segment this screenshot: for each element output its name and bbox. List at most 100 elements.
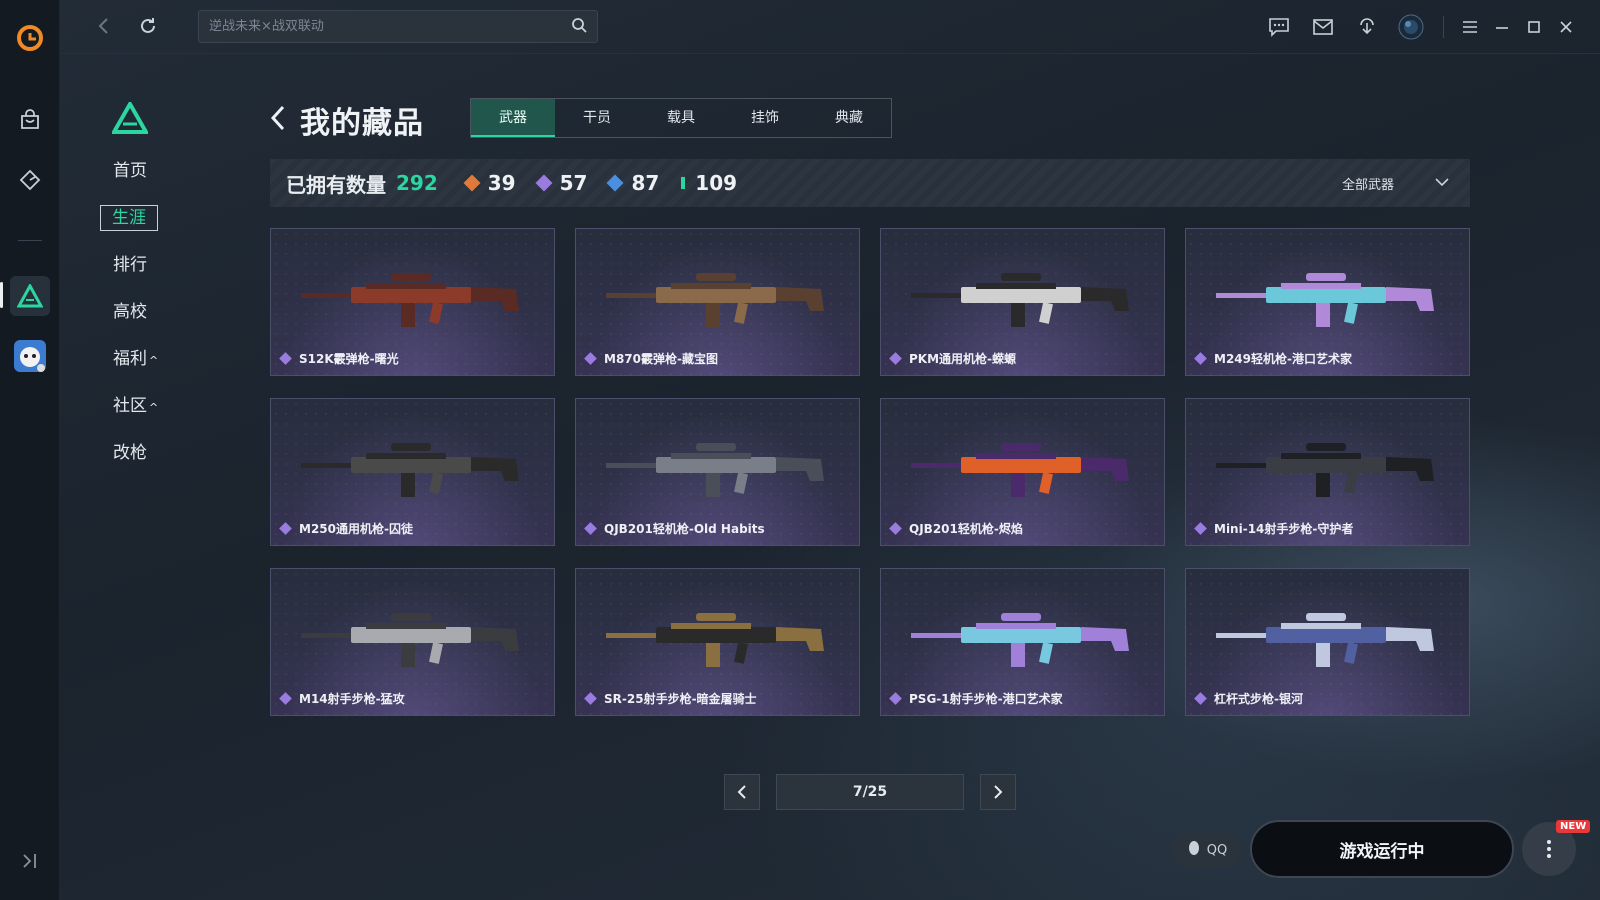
rail-divider — [18, 240, 42, 241]
weapon-name: M250通用机枪-囚徒 — [279, 520, 413, 537]
qq-penguin-icon — [1187, 840, 1201, 860]
download-icon[interactable] — [1345, 12, 1389, 42]
tab-collection[interactable]: 典藏 — [807, 99, 891, 137]
purple-diamond-icon — [889, 352, 902, 365]
nz-logo-icon — [110, 99, 150, 138]
game-nz-icon[interactable] — [10, 276, 50, 316]
purple-diamond-icon — [889, 522, 902, 535]
qq-button[interactable]: QQ — [1172, 833, 1242, 867]
purple-diamond-icon — [584, 522, 597, 535]
nav-item-home[interactable]: 首页 — [100, 155, 170, 202]
weapon-name-text: M14射手步枪-猛攻 — [299, 692, 405, 706]
weapon-name: PKM通用机枪-蝾螈 — [889, 350, 1017, 367]
chevron-up-icon: ^ — [149, 401, 159, 414]
search-box[interactable] — [198, 10, 598, 43]
weapon-card[interactable]: S12K霰弹枪-曙光 — [270, 228, 555, 376]
purple-diamond-icon — [1194, 352, 1207, 365]
purple-diamond-icon — [535, 174, 553, 192]
nav-item-gunsmith[interactable]: 改枪 — [100, 437, 170, 484]
game-avatar-icon[interactable] — [10, 336, 50, 376]
weapon-name: Mini-14射手步枪-守护者 — [1194, 520, 1353, 537]
weapon-card[interactable]: PKM通用机枪-蝾螈 — [880, 228, 1165, 376]
toolbar-divider — [1443, 16, 1444, 38]
rarity-common: 109 — [681, 171, 737, 195]
weapon-filter-dropdown[interactable]: 全部武器 — [1342, 159, 1450, 207]
weapon-name-text: PSG-1射手步枪-港口艺术家 — [909, 692, 1063, 706]
section-nav: 首页 生涯 排行 高校 福利 ^ 社区 ^ 改枪 — [100, 155, 170, 484]
search-icon[interactable] — [571, 17, 587, 37]
shop-bag-icon[interactable] — [10, 100, 50, 140]
next-page-button[interactable] — [980, 774, 1016, 810]
weapon-card[interactable]: M249轻机枪-港口艺术家 — [1185, 228, 1470, 376]
game-running-button[interactable]: 游戏运行中 — [1250, 820, 1514, 878]
orange-diamond-icon — [463, 174, 481, 192]
menu-icon[interactable] — [1454, 12, 1486, 42]
top-right-toolbar — [1257, 12, 1582, 42]
minimize-icon[interactable] — [1486, 12, 1518, 42]
weapon-name: M14射手步枪-猛攻 — [279, 690, 405, 707]
close-icon[interactable] — [1550, 12, 1582, 42]
nav-item-college[interactable]: 高校 — [100, 296, 170, 343]
stats-bar: 已拥有数量 292 39 57 87 109 全部武器 — [270, 159, 1470, 207]
nav-item-community[interactable]: 社区 ^ — [100, 390, 170, 437]
weapon-card[interactable]: PSG-1射手步枪-港口艺术家 — [880, 568, 1165, 716]
rarity-count: 57 — [559, 171, 588, 195]
nav-item-label: 改枪 — [113, 443, 147, 463]
weapon-image — [606, 273, 824, 327]
weapon-card[interactable]: M14射手步枪-猛攻 — [270, 568, 555, 716]
weapon-card[interactable]: 杠杆式步枪-银河 — [1185, 568, 1470, 716]
purple-diamond-icon — [1194, 692, 1207, 705]
mail-icon[interactable] — [1301, 12, 1345, 42]
prev-page-button[interactable] — [724, 774, 760, 810]
maximize-icon[interactable] — [1518, 12, 1550, 42]
tab-weapons[interactable]: 武器 — [471, 99, 555, 137]
weapon-name-text: QJB201轻机枪-Old Habits — [604, 522, 765, 536]
blue-diamond-icon — [606, 174, 624, 192]
filter-label: 全部武器 — [1341, 177, 1394, 193]
back-nav-icon[interactable] — [92, 14, 116, 38]
chat-icon[interactable] — [1257, 12, 1301, 42]
nav-item-label: 生涯 — [100, 205, 158, 231]
weapon-name-text: M249轻机枪-港口艺术家 — [1214, 352, 1352, 366]
weapon-name: M870霰弹枪-藏宝图 — [584, 350, 718, 367]
chevron-down-icon — [1434, 176, 1450, 191]
weapon-name-text: PKM通用机枪-蝾螈 — [909, 352, 1017, 366]
new-badge: NEW — [1556, 820, 1591, 833]
weapon-image — [911, 613, 1129, 667]
weapon-name-text: M250通用机枪-囚徒 — [299, 522, 413, 536]
weapon-card[interactable]: M870霰弹枪-藏宝图 — [575, 228, 860, 376]
nav-item-label: 排行 — [113, 255, 147, 275]
rarity-count: 39 — [487, 171, 516, 195]
collapse-sidebar-icon[interactable] — [20, 852, 40, 874]
page-title: 我的藏品 — [300, 106, 424, 141]
rarity-legendary: 39 — [463, 171, 516, 195]
weapon-card[interactable]: M250通用机枪-囚徒 — [270, 398, 555, 546]
app-logo-icon[interactable] — [10, 18, 50, 58]
nav-item-ranking[interactable]: 排行 — [100, 249, 170, 296]
item-grid: S12K霰弹枪-曙光 M870霰弹枪-藏宝图 PKM通用机枪-蝾螈 M249轻机枪-港… — [270, 228, 1470, 716]
tab-vehicles[interactable]: 载具 — [639, 99, 723, 137]
search-input[interactable] — [209, 19, 571, 34]
weapon-card[interactable]: SR-25射手步枪-暗金屠骑士 — [575, 568, 860, 716]
weapon-name-text: QJB201轻机枪-烬焰 — [909, 522, 1023, 536]
weapon-card[interactable]: QJB201轻机枪-Old Habits — [575, 398, 860, 546]
user-avatar[interactable] — [1389, 12, 1433, 42]
nav-item-welfare[interactable]: 福利 ^ — [100, 343, 170, 390]
qq-label: QQ — [1206, 842, 1228, 858]
weapon-card[interactable]: QJB201轻机枪-烬焰 — [880, 398, 1165, 546]
weapon-image — [301, 613, 519, 667]
purple-diamond-icon — [1194, 522, 1207, 535]
weapon-name: S12K霰弹枪-曙光 — [279, 350, 399, 367]
tab-agents[interactable]: 干员 — [555, 99, 639, 137]
purple-diamond-icon — [279, 692, 292, 705]
top-bar — [60, 0, 1600, 54]
game-tag-icon[interactable] — [10, 160, 50, 200]
weapon-card[interactable]: Mini-14射手步枪-守护者 — [1185, 398, 1470, 546]
back-arrow-icon[interactable] — [268, 104, 288, 136]
weapon-image — [1216, 443, 1434, 497]
nav-item-label: 社区 — [113, 396, 147, 416]
nav-item-career[interactable]: 生涯 — [100, 202, 170, 249]
refresh-icon[interactable] — [136, 14, 160, 38]
purple-diamond-icon — [584, 692, 597, 705]
tab-charms[interactable]: 挂饰 — [723, 99, 807, 137]
